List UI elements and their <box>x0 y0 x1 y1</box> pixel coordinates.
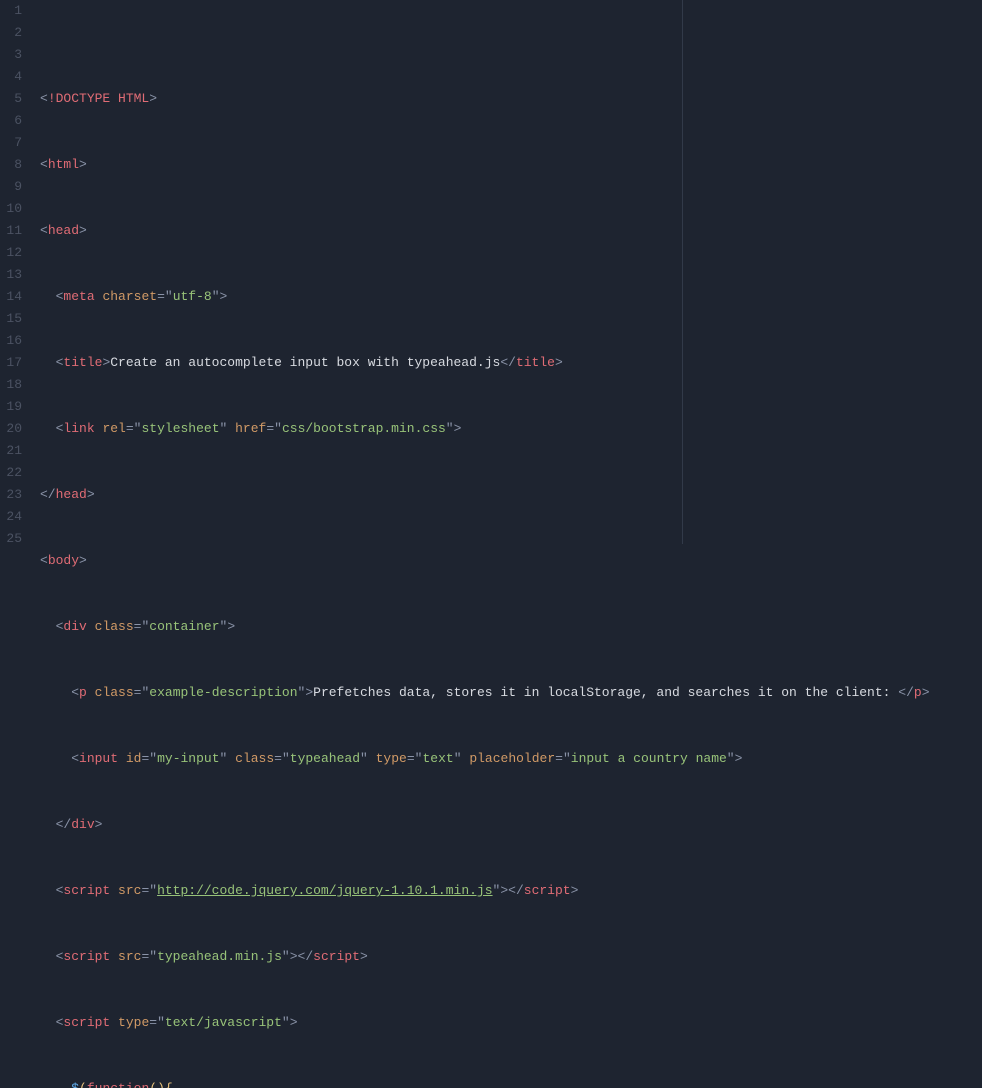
line-number: 10 <box>0 198 22 220</box>
line-number: 23 <box>0 484 22 506</box>
code-line[interactable]: <script type="text/javascript"> <box>40 1012 982 1034</box>
line-number: 6 <box>0 110 22 132</box>
code-line[interactable]: <html> <box>40 154 982 176</box>
code-line[interactable]: <div class="container"> <box>40 616 982 638</box>
code-line[interactable]: <title>Create an autocomplete input box … <box>40 352 982 374</box>
code-line[interactable]: <p class="example-description">Prefetche… <box>40 682 982 704</box>
code-line[interactable]: </head> <box>40 484 982 506</box>
code-line[interactable]: <!DOCTYPE HTML> <box>40 88 982 110</box>
code-line[interactable]: <meta charset="utf-8"> <box>40 286 982 308</box>
line-number: 20 <box>0 418 22 440</box>
code-line[interactable]: </div> <box>40 814 982 836</box>
line-number: 3 <box>0 44 22 66</box>
line-number: 24 <box>0 506 22 528</box>
line-number: 2 <box>0 22 22 44</box>
code-line[interactable]: <script src="typeahead.min.js"></script> <box>40 946 982 968</box>
line-number: 13 <box>0 264 22 286</box>
column-ruler <box>682 0 683 544</box>
line-number: 5 <box>0 88 22 110</box>
line-number: 18 <box>0 374 22 396</box>
code-line[interactable]: <body> <box>40 550 982 572</box>
line-number: 11 <box>0 220 22 242</box>
line-number: 12 <box>0 242 22 264</box>
line-number: 15 <box>0 308 22 330</box>
code-line[interactable]: <script src="http://code.jquery.com/jque… <box>40 880 982 902</box>
line-number: 16 <box>0 330 22 352</box>
line-number: 8 <box>0 154 22 176</box>
line-number: 14 <box>0 286 22 308</box>
line-number: 1 <box>0 0 22 22</box>
line-number: 9 <box>0 176 22 198</box>
line-number-gutter: 1234567891011121314151617181920212223242… <box>0 0 32 544</box>
line-number: 7 <box>0 132 22 154</box>
code-line[interactable]: <head> <box>40 220 982 242</box>
code-line[interactable]: <link rel="stylesheet" href="css/bootstr… <box>40 418 982 440</box>
line-number: 4 <box>0 66 22 88</box>
line-number: 21 <box>0 440 22 462</box>
code-editor[interactable]: 1234567891011121314151617181920212223242… <box>0 0 982 544</box>
line-number: 19 <box>0 396 22 418</box>
code-area[interactable]: <!DOCTYPE HTML> <html> <head> <meta char… <box>32 0 982 544</box>
line-number: 25 <box>0 528 22 550</box>
line-number: 17 <box>0 352 22 374</box>
code-line[interactable]: <input id="my-input" class="typeahead" t… <box>40 748 982 770</box>
line-number: 22 <box>0 462 22 484</box>
code-line[interactable]: $(function(){ <box>40 1078 982 1088</box>
